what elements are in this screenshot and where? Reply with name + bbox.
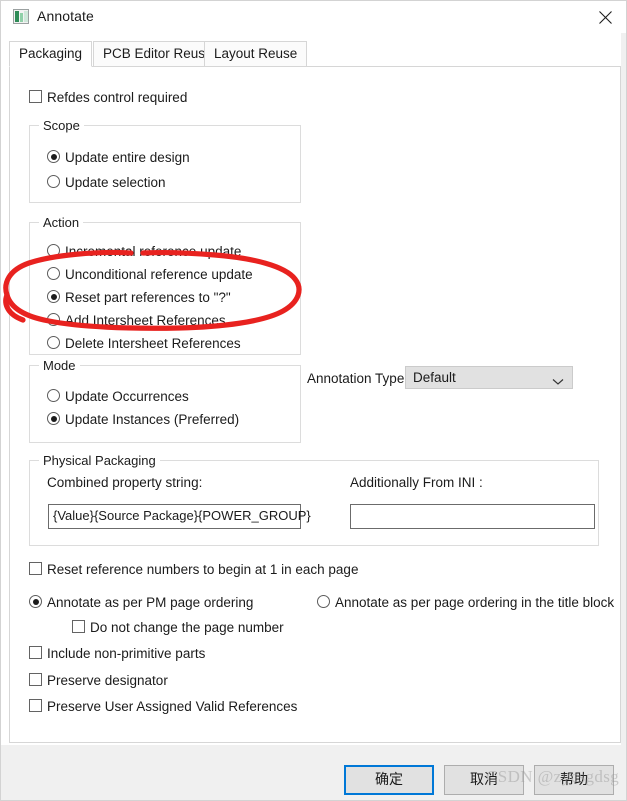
help-button[interactable]: 帮助 xyxy=(534,765,614,795)
combined-property-string-value: {Value}{Source Package}{POWER_GROUP} xyxy=(53,508,311,523)
checkbox-box xyxy=(29,673,42,686)
checkbox-do-not-change-page-number[interactable]: Do not change the page number xyxy=(72,619,284,635)
radio-label: Reset part references to "?" xyxy=(65,290,231,306)
checkbox-label: Refdes control required xyxy=(47,90,188,106)
radio-update-instances-preferred[interactable]: Update Instances (Preferred) xyxy=(47,411,239,427)
radio-button xyxy=(47,244,60,257)
radio-unconditional-reference-update[interactable]: Unconditional reference update xyxy=(47,266,253,282)
group-physical-packaging: Physical Packaging Combined property str… xyxy=(29,453,599,546)
radio-update-entire-design[interactable]: Update entire design xyxy=(47,149,190,165)
right-edge-strip xyxy=(621,33,626,745)
group-action-title: Action xyxy=(39,215,84,230)
radio-update-occurrences[interactable]: Update Occurrences xyxy=(47,388,189,404)
checkbox-label: Preserve User Assigned Valid References xyxy=(47,699,298,715)
ok-button[interactable]: 确定 xyxy=(344,765,434,795)
radio-label: Annotate as per page ordering in the tit… xyxy=(335,595,615,611)
tab-packaging-label: Packaging xyxy=(19,46,83,61)
radio-button xyxy=(47,175,60,188)
radio-label: Delete Intersheet References xyxy=(65,336,241,352)
window-title: Annotate xyxy=(37,8,94,24)
radio-button xyxy=(47,389,60,402)
cancel-button[interactable]: 取消 xyxy=(444,765,524,795)
tab-packaging[interactable]: Packaging xyxy=(9,41,93,67)
annotation-type-value: Default xyxy=(413,370,456,385)
checkbox-box xyxy=(29,562,42,575)
additionally-from-ini-input[interactable] xyxy=(350,504,595,529)
checkbox-label: Preserve designator xyxy=(47,673,168,689)
radio-button xyxy=(47,290,60,303)
checkbox-label: Do not change the page number xyxy=(90,620,284,636)
radio-label: Add Intersheet References xyxy=(65,313,226,329)
checkbox-box xyxy=(29,699,42,712)
checkbox-label: Include non-primitive parts xyxy=(47,646,206,662)
radio-label: Unconditional reference update xyxy=(65,267,253,283)
radio-delete-intersheet-references[interactable]: Delete Intersheet References xyxy=(47,335,241,351)
chevron-down-icon xyxy=(552,374,564,389)
combined-property-string-label: Combined property string: xyxy=(47,475,203,490)
annotation-type-dropdown[interactable]: Default xyxy=(405,366,573,389)
group-mode: Mode Update Occurrences Update Instances… xyxy=(29,358,301,443)
radio-button xyxy=(47,267,60,280)
packaging-panel: Refdes control required Scope Update ent… xyxy=(9,66,621,743)
additionally-from-ini-label: Additionally From INI : xyxy=(350,475,483,490)
annotation-type-label: Annotation Type xyxy=(307,371,405,386)
radio-annotate-pm-page-ordering[interactable]: Annotate as per PM page ordering xyxy=(29,594,253,610)
radio-incremental-reference-update[interactable]: Incremental reference update xyxy=(47,243,241,259)
radio-add-intersheet-references[interactable]: Add Intersheet References xyxy=(47,312,226,328)
checkbox-reset-reference-numbers[interactable]: Reset reference numbers to begin at 1 in… xyxy=(29,561,358,577)
checkbox-box xyxy=(72,620,85,633)
group-scope-title: Scope xyxy=(39,118,84,133)
tab-layout-reuse-label: Layout Reuse xyxy=(214,46,298,61)
radio-label: Annotate as per PM page ordering xyxy=(47,595,254,611)
annotate-window-icon xyxy=(13,9,29,24)
checkbox-box xyxy=(29,646,42,659)
group-mode-title: Mode xyxy=(39,358,80,373)
radio-button xyxy=(47,313,60,326)
checkbox-preserve-designator[interactable]: Preserve designator xyxy=(29,672,168,688)
checkbox-refdes-control-required[interactable]: Refdes control required xyxy=(29,89,187,105)
radio-annotate-title-block-ordering[interactable]: Annotate as per page ordering in the tit… xyxy=(317,594,614,610)
radio-label: Update Instances (Preferred) xyxy=(65,412,240,428)
group-physical-packaging-title: Physical Packaging xyxy=(39,453,160,468)
radio-update-selection[interactable]: Update selection xyxy=(47,174,166,190)
checkbox-label: Reset reference numbers to begin at 1 in… xyxy=(47,562,359,578)
group-scope: Scope Update entire design Update select… xyxy=(29,118,301,203)
radio-label: Incremental reference update xyxy=(65,244,242,260)
radio-button xyxy=(317,595,330,608)
group-action: Action Incremental reference update Unco… xyxy=(29,215,301,355)
radio-button xyxy=(29,595,42,608)
radio-button xyxy=(47,150,60,163)
checkbox-include-non-primitive-parts[interactable]: Include non-primitive parts xyxy=(29,645,205,661)
radio-label: Update selection xyxy=(65,175,166,191)
radio-label: Update Occurrences xyxy=(65,389,189,405)
annotate-dialog: Annotate Packaging PCB Editor Reuse Layo… xyxy=(0,0,627,801)
checkbox-preserve-user-assigned-valid-references[interactable]: Preserve User Assigned Valid References xyxy=(29,698,297,714)
title-bar: Annotate xyxy=(1,1,626,33)
tab-pcb-editor-reuse-label: PCB Editor Reuse xyxy=(103,46,213,61)
radio-label: Update entire design xyxy=(65,150,190,166)
radio-button xyxy=(47,412,60,425)
radio-button xyxy=(47,336,60,349)
radio-reset-part-references[interactable]: Reset part references to "?" xyxy=(47,289,231,305)
close-icon[interactable] xyxy=(583,1,626,32)
tab-layout-reuse[interactable]: Layout Reuse xyxy=(204,41,308,67)
checkbox-box xyxy=(29,90,42,103)
combined-property-string-input[interactable]: {Value}{Source Package}{POWER_GROUP} xyxy=(48,504,311,529)
tab-strip: Packaging PCB Editor Reuse Layout Reuse xyxy=(9,41,621,67)
